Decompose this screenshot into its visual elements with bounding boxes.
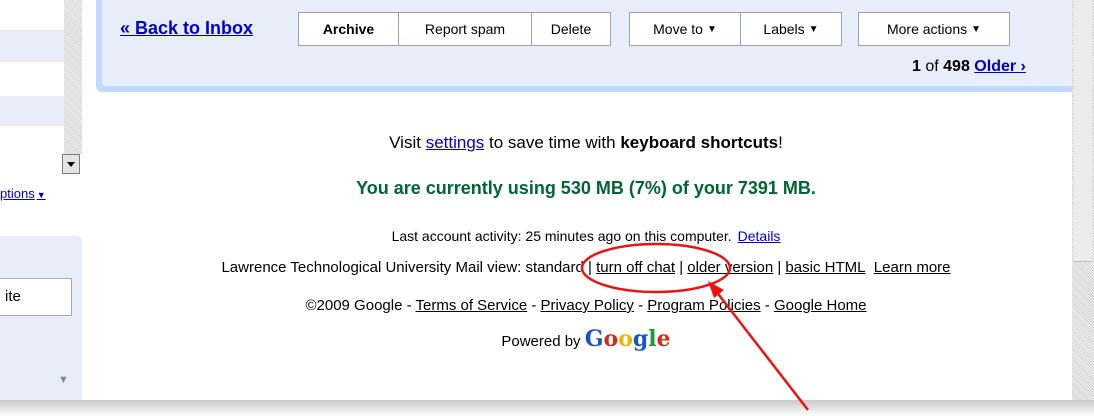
last-activity-line: Last account activity: 25 minutes ago on… [100,228,1072,244]
older-link[interactable]: Older › [974,58,1026,75]
options-label: ptions [0,186,35,201]
sidebar-options-link[interactable]: ptions ▼ [0,186,46,201]
details-link[interactable]: Details [738,228,781,244]
storage-quota-text: You are currently using 530 MB (7%) of y… [356,178,816,198]
message-pager: 1 of 498 Older › [912,58,1026,76]
archive-label: Archive [322,21,375,37]
caret-down-icon: ▼ [706,23,717,35]
pager-current: 1 [912,58,921,75]
terms-of-service-link[interactable]: Terms of Service [416,297,528,314]
caret-down-icon: ▼ [36,190,46,200]
annotation-arrow-head [708,281,724,298]
sidebar-input-value: ite [5,288,21,305]
separator: | [773,259,786,276]
screenshot-shadow [0,400,1094,416]
more-actions-button[interactable]: More actions ▼ [858,12,1010,46]
report-spam-label: Report spam [424,21,506,37]
google-home-link[interactable]: Google Home [774,297,867,314]
separator: | [675,259,688,276]
powered-by-text: Powered by [501,333,585,350]
archive-button[interactable]: Archive [298,12,399,46]
delete-button[interactable]: Delete [531,12,611,46]
caret-down-icon: ▼ [808,23,819,35]
separator: - [760,297,774,314]
separator: - [633,297,648,314]
keyboard-shortcuts-text: keyboard shortcuts [620,133,779,152]
separator: - [527,297,541,314]
mail-view-line: Lawrence Technological University Mail v… [100,259,1072,276]
keyboard-shortcuts-tip: Visit settings to save time with keyboar… [100,133,1072,153]
more-actions-label: More actions [886,21,968,37]
move-to-button[interactable]: Move to ▼ [629,12,741,46]
pager-total: 498 [943,58,970,75]
left-sidebar: ptions ▼ ite ▼ [0,0,88,400]
powered-by: Powered by Google [100,326,1072,352]
pager-of: of [920,58,944,75]
program-policies-link[interactable]: Program Policies [647,297,760,314]
copyright-text: ©2009 Google - [305,297,416,314]
google-logo: Google [584,326,671,352]
tip-text: to save time with [484,133,621,152]
legal-links: ©2009 Google - Terms of Service - Privac… [100,297,1072,314]
page-scrollbar-thumb[interactable] [1074,0,1092,262]
tip-text: ! [778,133,783,152]
sidebar-search-input[interactable]: ite [0,278,72,316]
older-version-link[interactable]: older version [687,259,773,276]
move-to-label: Move to [653,21,703,37]
sidebar-scrollbar[interactable] [64,0,82,154]
turn-off-chat-link[interactable]: turn off chat [596,259,675,276]
labels-button[interactable]: Labels ▼ [740,12,842,46]
back-to-inbox-link[interactable]: « Back to Inbox [120,18,253,39]
basic-html-link[interactable]: basic HTML [785,259,865,276]
page-scrollbar[interactable] [1072,0,1094,400]
sidebar-scroll-down-button[interactable] [62,154,80,174]
tip-text: Visit [389,133,426,152]
caret-down-icon: ▼ [971,23,982,35]
report-spam-button[interactable]: Report spam [398,12,532,46]
mail-view-prefix: Lawrence Technological University Mail v… [221,259,597,276]
sidebar-panel [0,236,82,400]
gmail-window: ptions ▼ ite ▼ « Back to Inbox Archive Re… [0,0,1094,416]
sidebar-expand-arrow-icon[interactable]: ▼ [58,374,69,386]
chevron-down-icon [67,161,75,167]
labels-label: Labels [763,21,805,37]
settings-link[interactable]: settings [426,133,485,152]
delete-label: Delete [550,21,592,37]
privacy-policy-link[interactable]: Privacy Policy [541,297,634,314]
learn-more-link[interactable]: Learn more [874,259,951,276]
last-activity-text: Last account activity: 25 minutes ago on… [391,228,732,244]
